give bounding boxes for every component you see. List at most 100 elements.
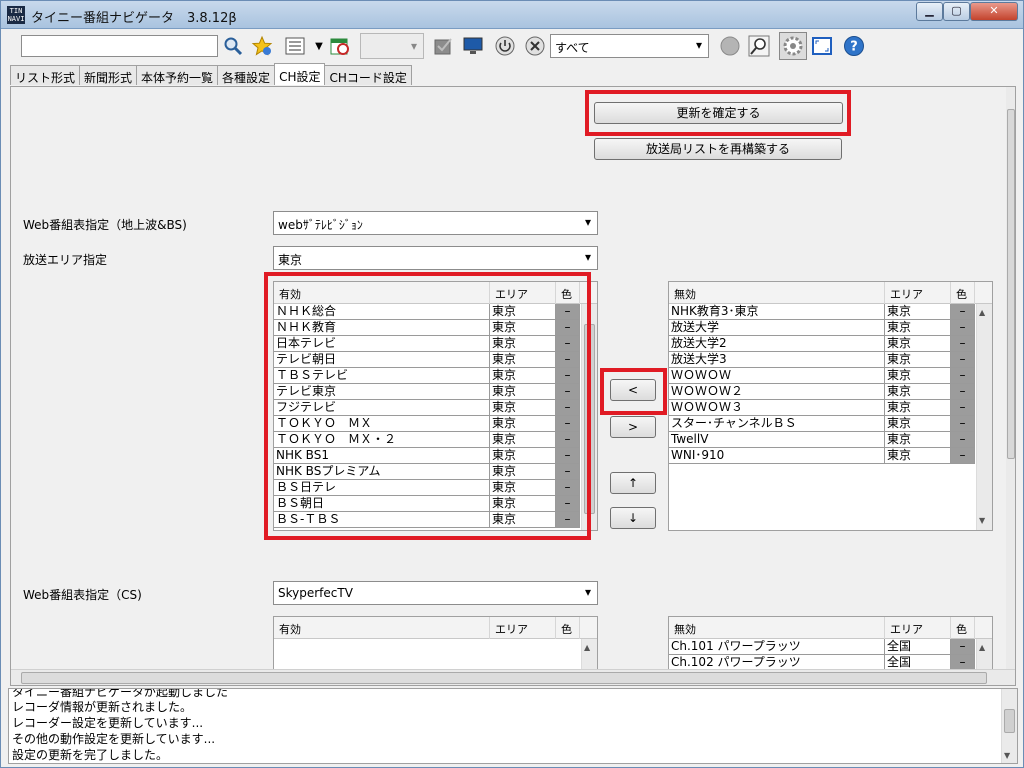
channel-area-cell[interactable]: 東京	[885, 304, 951, 320]
search-icon[interactable]	[221, 34, 245, 58]
table-row[interactable]: TwellV 東京 –	[669, 432, 992, 448]
panel-horizontal-scrollbar[interactable]	[11, 669, 1015, 685]
channel-color-cell[interactable]: –	[951, 416, 975, 432]
channel-name-cell[interactable]: スター･チャンネルＢＳ	[669, 416, 885, 432]
move-up-button[interactable]: ↑	[610, 472, 656, 494]
channel-color-cell[interactable]: –	[951, 448, 975, 464]
channel-area-cell[interactable]: 東京	[885, 384, 951, 400]
web-epg-select[interactable]: webｻﾞﾃﾚﾋﾞｼﾞｮﾝ	[273, 211, 598, 235]
minimize-button[interactable]: ▁	[916, 2, 943, 21]
channel-name-cell[interactable]: ＷＯＷＯＷ３	[669, 400, 885, 416]
tab-reservation-list[interactable]: 本体予約一覧	[136, 65, 219, 85]
channel-name-cell[interactable]: 放送大学3	[669, 352, 885, 368]
settings-gear-icon[interactable]	[779, 32, 807, 60]
scroll-up-icon[interactable]: ▲	[979, 643, 985, 652]
scroll-thumb[interactable]	[1007, 109, 1015, 459]
table-row[interactable]: 放送大学3 東京 –	[669, 352, 992, 368]
disabled-channel-grid[interactable]: 無効 エリア 色 NHK教育3･東京 東京 – 放送大学 東京 – 放送大学2 東京 – 放送大学…	[668, 281, 993, 531]
channel-color-cell[interactable]: –	[951, 432, 975, 448]
channel-name-cell[interactable]: 放送大学2	[669, 336, 885, 352]
table-row[interactable]: ＷＯＷＯＷ２ 東京 –	[669, 384, 992, 400]
column-header-disabled[interactable]: 無効	[669, 282, 885, 304]
table-row[interactable]: ＷＯＷＯＷ３ 東京 –	[669, 400, 992, 416]
tab-newspaper-view[interactable]: 新聞形式	[79, 65, 138, 85]
disabled-grid-scrollbar[interactable]: ▲ ▼	[976, 304, 992, 530]
channel-area-cell[interactable]: 東京	[885, 432, 951, 448]
cs-enabled-channel-grid[interactable]: 有効 エリア 色 ▲	[273, 616, 598, 676]
filter-select[interactable]: すべて	[550, 34, 709, 58]
calendar-clock-icon[interactable]	[328, 34, 352, 58]
scroll-thumb[interactable]	[21, 672, 987, 684]
column-header-color[interactable]: 色	[556, 617, 580, 639]
web-epg-cs-select[interactable]: SkyperfecTV	[273, 581, 598, 605]
channel-area-cell[interactable]: 東京	[885, 368, 951, 384]
table-row[interactable]: スター･チャンネルＢＳ 東京 –	[669, 416, 992, 432]
power-icon[interactable]	[493, 34, 517, 58]
tab-channel-code-settings[interactable]: CHコード設定	[324, 65, 412, 85]
table-row[interactable]: NHK教育3･東京 東京 –	[669, 304, 992, 320]
monitor-icon[interactable]	[461, 34, 485, 58]
rebuild-station-list-button[interactable]: 放送局リストを再構築する	[594, 138, 842, 160]
record-icon[interactable]	[718, 34, 742, 58]
help-icon[interactable]: ?	[842, 34, 866, 58]
area-select[interactable]: 東京	[273, 246, 598, 270]
favorite-star-icon[interactable]	[250, 34, 274, 58]
channel-area-cell[interactable]: 東京	[885, 352, 951, 368]
scroll-up-icon[interactable]: ▲	[584, 643, 590, 652]
table-row[interactable]: Ch.101 パワープラッツ 全国 –	[669, 639, 992, 655]
channel-color-cell[interactable]: –	[951, 368, 975, 384]
zoom-icon[interactable]	[747, 34, 771, 58]
column-header-area[interactable]: エリア	[885, 282, 951, 304]
cancel-icon[interactable]	[523, 34, 547, 58]
channel-color-cell[interactable]: –	[951, 320, 975, 336]
channel-color-cell[interactable]: –	[951, 304, 975, 320]
table-row[interactable]: ＷＯＷＯＷ 東京 –	[669, 368, 992, 384]
channel-area-cell[interactable]: 東京	[885, 336, 951, 352]
log-panel[interactable]: タイニー番組ナビゲータが起動しました レコーダ情報が更新されました。 レコーダー…	[8, 688, 1018, 764]
tab-list-view[interactable]: リスト形式	[10, 65, 81, 85]
channel-area-cell[interactable]: 東京	[885, 320, 951, 336]
channel-area-cell[interactable]: 東京	[885, 400, 951, 416]
title-bar[interactable]: TIN NAVI タイニー番組ナビゲータ 3.8.12β ▁ ▢ ✕	[1, 1, 1023, 29]
table-row[interactable]: 放送大学2 東京 –	[669, 336, 992, 352]
disabled-dropdown[interactable]	[360, 33, 424, 59]
cs-disabled-channel-grid[interactable]: 無効 エリア 色 Ch.101 パワープラッツ 全国 – Ch.102 パワープラッツ…	[668, 616, 993, 676]
list-view-icon[interactable]	[283, 34, 307, 58]
column-header-color[interactable]: 色	[951, 282, 975, 304]
channel-name-cell[interactable]: Ch.101 パワープラッツ	[669, 639, 885, 655]
tab-settings[interactable]: 各種設定	[217, 65, 276, 85]
column-header-area[interactable]: エリア	[885, 617, 951, 639]
channel-area-cell[interactable]: 東京	[885, 416, 951, 432]
channel-color-cell[interactable]: –	[951, 384, 975, 400]
panel-vertical-scrollbar[interactable]	[1006, 87, 1015, 669]
scroll-down-icon[interactable]: ▼	[1004, 751, 1010, 760]
channel-color-cell[interactable]: –	[951, 352, 975, 368]
channel-name-cell[interactable]: 放送大学	[669, 320, 885, 336]
move-down-button[interactable]: ↓	[610, 507, 656, 529]
scroll-thumb[interactable]	[1004, 709, 1015, 733]
maximize-button[interactable]: ▢	[943, 2, 970, 21]
channel-area-cell[interactable]: 全国	[885, 639, 951, 655]
scroll-down-icon[interactable]: ▼	[979, 516, 985, 525]
close-button[interactable]: ✕	[970, 2, 1018, 21]
scroll-up-icon[interactable]: ▲	[979, 308, 985, 317]
channel-color-cell[interactable]: –	[951, 639, 975, 655]
move-right-button[interactable]: >	[610, 416, 656, 438]
channel-name-cell[interactable]: WNI･910	[669, 448, 885, 464]
channel-name-cell[interactable]: NHK教育3･東京	[669, 304, 885, 320]
column-header-disabled[interactable]: 無効	[669, 617, 885, 639]
channel-area-cell[interactable]: 東京	[885, 448, 951, 464]
check-icon[interactable]	[431, 34, 455, 58]
column-header-enabled[interactable]: 有効	[274, 617, 490, 639]
search-input[interactable]	[21, 35, 218, 57]
log-scrollbar[interactable]: ▼	[1001, 689, 1017, 763]
tab-channel-settings[interactable]: CH設定	[274, 63, 326, 85]
fullscreen-icon[interactable]	[810, 34, 834, 58]
column-header-area[interactable]: エリア	[490, 617, 556, 639]
table-row[interactable]: 放送大学 東京 –	[669, 320, 992, 336]
table-row[interactable]: WNI･910 東京 –	[669, 448, 992, 464]
column-header-color[interactable]: 色	[951, 617, 975, 639]
channel-color-cell[interactable]: –	[951, 336, 975, 352]
channel-name-cell[interactable]: ＷＯＷＯＷ	[669, 368, 885, 384]
channel-color-cell[interactable]: –	[951, 400, 975, 416]
